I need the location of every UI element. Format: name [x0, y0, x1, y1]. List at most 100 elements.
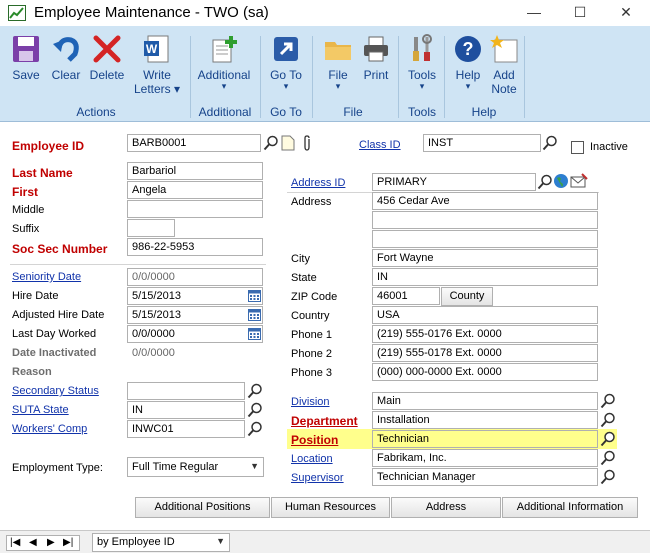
add-note-button[interactable]: Add Note [487, 34, 521, 96]
minimize-button[interactable]: — [511, 0, 557, 26]
phone1-field[interactable]: (219) 555-0176 Ext. 0000 [372, 325, 598, 343]
secondary-status-link[interactable]: Secondary Status [12, 385, 99, 397]
help-dropdown-icon: ▾ [465, 81, 471, 91]
department-field[interactable]: Installation [372, 411, 598, 429]
undo-icon [51, 34, 81, 64]
hire-date-field[interactable]: 5/15/2013 [127, 287, 263, 305]
location-lookup-icon[interactable] [600, 450, 616, 466]
location-field[interactable]: Fabrikam, Inc. [372, 449, 598, 467]
print-button[interactable]: Print [358, 34, 394, 82]
delete-label: Delete [89, 68, 125, 82]
address-button[interactable]: Address [391, 497, 501, 518]
state-field[interactable]: IN [372, 268, 598, 286]
suta-state-link[interactable]: SUTA State [12, 404, 69, 416]
supervisor-lookup-icon[interactable] [600, 469, 616, 485]
secondary-status-field[interactable] [127, 382, 245, 400]
address-line2-field[interactable] [372, 211, 598, 229]
svg-text:?: ? [463, 39, 474, 59]
supervisor-link[interactable]: Supervisor [291, 472, 344, 484]
address-id-lookup-icon[interactable] [537, 174, 553, 190]
next-record-icon[interactable]: ▶ [47, 537, 55, 548]
country-label: Country [291, 310, 330, 322]
country-field[interactable]: USA [372, 306, 598, 324]
additional-button[interactable]: Additional ▾ [194, 34, 254, 91]
adjusted-hire-date-calendar-icon[interactable] [248, 309, 261, 321]
class-id-link[interactable]: Class ID [359, 139, 401, 151]
date-inactivated-label: Date Inactivated [12, 347, 97, 359]
address-id-link[interactable]: Address ID [291, 177, 345, 189]
phone2-field[interactable]: (219) 555-0178 Ext. 0000 [372, 344, 598, 362]
suta-state-field[interactable]: IN [127, 401, 245, 419]
first-name-field[interactable]: Angela [127, 181, 263, 199]
class-id-lookup-icon[interactable] [542, 135, 558, 151]
employee-id-lookup-icon[interactable] [263, 135, 279, 151]
additional-information-button[interactable]: Additional Information [502, 497, 638, 518]
group-tools: Tools [407, 105, 436, 119]
close-button[interactable]: ✕ [603, 0, 649, 26]
seniority-date-link[interactable]: Seniority Date [12, 271, 81, 283]
note-icon[interactable] [281, 135, 295, 151]
last-name-field[interactable]: Barbariol [127, 162, 263, 180]
city-field[interactable]: Fort Wayne [372, 249, 598, 267]
department-lookup-icon[interactable] [600, 412, 616, 428]
supervisor-field[interactable]: Technician Manager [372, 468, 598, 486]
position-link[interactable]: Position [291, 433, 338, 447]
last-day-worked-field[interactable]: 0/0/0000 [127, 325, 263, 343]
phone1-label: Phone 1 [291, 329, 332, 341]
sort-by-dropdown[interactable]: by Employee ID ▼ [92, 533, 230, 552]
go-to-label: Go To [270, 68, 302, 82]
inactive-checkbox[interactable] [571, 141, 584, 154]
clear-button[interactable]: Clear [48, 34, 84, 82]
save-button[interactable]: Save [6, 34, 46, 82]
last-day-worked-calendar-icon[interactable] [248, 328, 261, 340]
file-button[interactable]: File ▾ [320, 34, 356, 91]
paperclip-icon[interactable] [302, 135, 312, 151]
hire-date-calendar-icon[interactable] [248, 290, 261, 302]
workers-comp-field[interactable]: INWC01 [127, 420, 245, 438]
additional-icon [209, 34, 239, 64]
write-letters-button[interactable]: W Write Letters ▾ [132, 34, 182, 96]
save-label: Save [12, 68, 40, 82]
ribbon-separator [398, 36, 399, 118]
last-record-icon[interactable]: ▶| [63, 537, 73, 548]
workers-comp-lookup-icon[interactable] [247, 421, 263, 437]
ribbon-separator [444, 36, 445, 118]
previous-record-icon[interactable]: ◀ [29, 537, 37, 548]
go-to-button[interactable]: Go To ▾ [266, 34, 306, 91]
division-lookup-icon[interactable] [600, 393, 616, 409]
address-line3-field[interactable] [372, 230, 598, 248]
middle-name-field[interactable] [127, 200, 263, 218]
first-record-icon[interactable]: |◀ [10, 537, 20, 548]
delete-button[interactable]: Delete [86, 34, 128, 82]
position-lookup-icon[interactable] [600, 431, 616, 447]
maximize-button[interactable]: ☐ [557, 0, 603, 26]
division-field[interactable]: Main [372, 392, 598, 410]
tools-button[interactable]: Tools ▾ [404, 34, 440, 91]
employee-id-field[interactable]: BARB0001 [127, 134, 261, 152]
employment-type-dropdown[interactable]: Full Time Regular ▼ [127, 457, 264, 477]
ribbon-separator [190, 36, 191, 118]
zip-code-field[interactable]: 46001 [372, 287, 440, 305]
group-actions: Actions [76, 105, 116, 119]
human-resources-button[interactable]: Human Resources [271, 497, 390, 518]
phone3-field[interactable]: (000) 000-0000 Ext. 0000 [372, 363, 598, 381]
help-button[interactable]: ? Help ▾ [450, 34, 486, 91]
class-id-field[interactable]: INST [423, 134, 541, 152]
address-id-field[interactable]: PRIMARY [372, 173, 536, 191]
ssn-field[interactable]: 986-22-5953 [127, 238, 263, 256]
location-link[interactable]: Location [291, 453, 333, 465]
county-button[interactable]: County [441, 287, 493, 306]
printer-icon [361, 34, 391, 64]
adjusted-hire-date-field[interactable]: 5/15/2013 [127, 306, 263, 324]
department-link[interactable]: Department [291, 414, 358, 428]
position-field[interactable]: Technician [372, 430, 598, 448]
internet-globe-icon[interactable] [553, 173, 569, 189]
workers-comp-link[interactable]: Workers' Comp [12, 423, 87, 435]
secondary-status-lookup-icon[interactable] [247, 383, 263, 399]
suta-state-lookup-icon[interactable] [247, 402, 263, 418]
email-icon[interactable] [570, 173, 588, 189]
address-line1-field[interactable]: 456 Cedar Ave [372, 192, 598, 210]
additional-positions-button[interactable]: Additional Positions [135, 497, 270, 518]
suffix-field[interactable] [127, 219, 175, 237]
division-link[interactable]: Division [291, 396, 330, 408]
